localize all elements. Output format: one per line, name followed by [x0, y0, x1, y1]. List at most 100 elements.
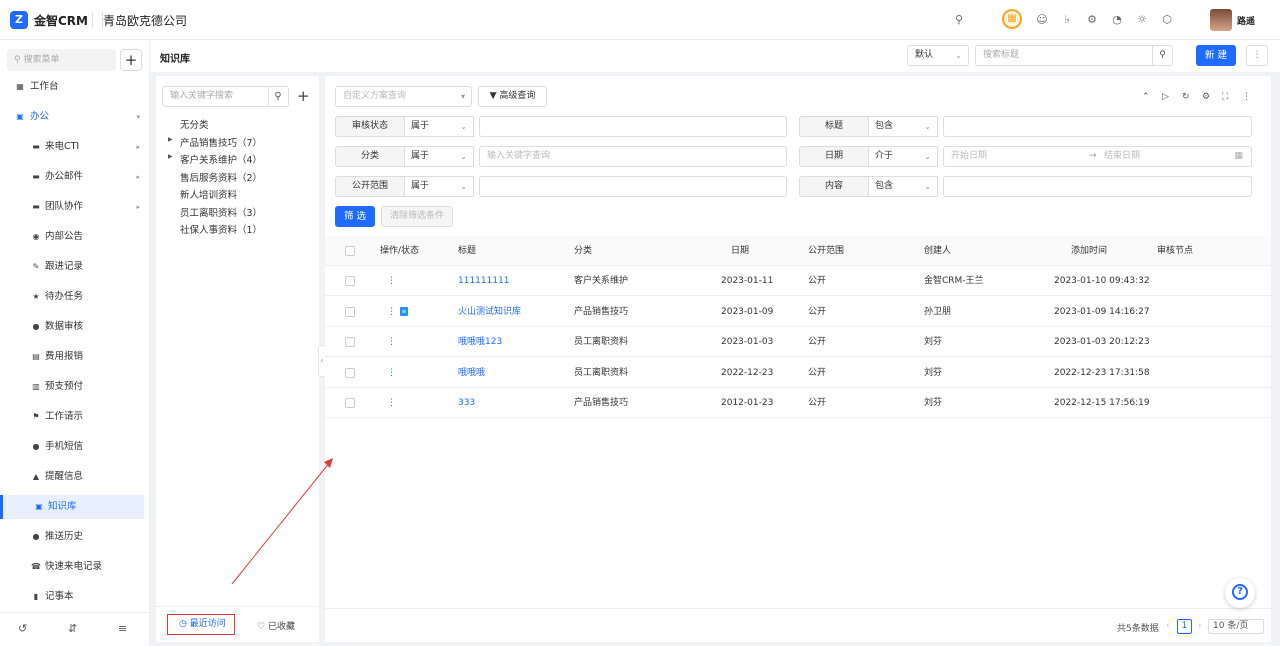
row-title-link[interactable]: 哦哦哦 — [458, 358, 485, 388]
pie-chart-icon[interactable]: ◔ — [1110, 13, 1124, 27]
column-header[interactable]: 日期 — [731, 236, 749, 266]
sidebar-item[interactable]: ● 推送历史 — [0, 525, 144, 549]
sidebar-item[interactable]: ● 数据审核 — [0, 315, 144, 339]
table-row[interactable]: ⋮ 哦哦哦 员工离职资料 2022-12-23 公开 刘芬 2022-12-23 17:31… — [325, 358, 1271, 388]
clear-filter-button[interactable]: 清除筛选条件 — [381, 206, 453, 227]
help-button[interactable]: ? — [1225, 578, 1255, 608]
row-title-link[interactable]: 火山测试知识库 — [458, 297, 521, 327]
sidebar-item[interactable]: ▲ 提醒信息 — [0, 465, 144, 489]
crm-logo-icon[interactable]: Z — [10, 11, 28, 29]
tree-node[interactable]: ▶ 客户关系维护（4） — [168, 152, 262, 166]
search-icon[interactable]: ⚲ — [952, 13, 966, 27]
sidebar-item[interactable]: ▤ 费用报销 — [0, 345, 144, 369]
row-checkbox[interactable] — [345, 276, 355, 286]
filter-value-scope[interactable] — [479, 176, 787, 197]
sidebar-item[interactable]: ▮ 记事本 — [0, 585, 144, 609]
bell-icon[interactable]: ♭ — [1060, 13, 1074, 27]
filter-op-status[interactable]: 属于 ⌄ — [405, 116, 474, 137]
caret-right-icon[interactable]: ▶ — [168, 136, 173, 143]
column-header[interactable]: 标题 — [458, 236, 476, 266]
tree-search-input[interactable]: 输入关键字搜索 — [162, 86, 269, 107]
sidebar-item[interactable]: ★ 待办任务 — [0, 285, 144, 309]
row-checkbox[interactable] — [345, 398, 355, 408]
refresh-icon[interactable]: ↻ — [1182, 92, 1190, 102]
sidebar-item[interactable]: ☎ 快速来电记录 — [0, 555, 144, 579]
sidebar-item[interactable]: ▥ 预支预付 — [0, 375, 144, 399]
favorites-button[interactable]: ♡ 已收藏 — [257, 619, 295, 632]
filter-op-content[interactable]: 包含 ⌄ — [869, 176, 938, 197]
filter-op-date[interactable]: 介于 ⌄ — [869, 146, 938, 167]
filter-value-category[interactable]: 输入关键字查询 — [479, 146, 787, 167]
row-checkbox[interactable] — [345, 337, 355, 347]
row-actions-icon[interactable]: ⋮ — [387, 358, 396, 388]
sidebar-item[interactable]: ▣ 知识库 — [0, 495, 144, 519]
row-title-link[interactable]: 111111111 — [458, 266, 510, 296]
sidebar-item[interactable]: ◉ 内部公告 — [0, 225, 144, 249]
user-name[interactable]: 路遥 — [1237, 14, 1255, 27]
row-checkbox[interactable] — [345, 306, 355, 317]
search-icon[interactable]: ⚲ — [1152, 46, 1172, 65]
table-row[interactable]: ⋮ ≡ 火山测试知识库 产品销售技巧 2023-01-09 公开 孙卫朋 2023-01-09… — [325, 297, 1271, 327]
date-range-picker[interactable]: 开始日期 → 结束日期 ▦ — [943, 146, 1252, 167]
column-header[interactable]: 创建人 — [924, 236, 951, 266]
avatar[interactable] — [1210, 9, 1232, 31]
select-all-checkbox[interactable] — [345, 246, 355, 256]
filter-value-content[interactable] — [943, 176, 1252, 197]
collapse-menu-icon[interactable]: ≡ — [118, 622, 127, 635]
add-category-button[interactable]: + — [297, 86, 310, 107]
sidebar-item[interactable]: ✎ 跟进记录 — [0, 255, 144, 279]
tree-node[interactable]: 无分类 — [180, 117, 209, 131]
caret-right-icon[interactable]: ▶ — [168, 153, 173, 160]
tree-node[interactable]: 新人培训资料 — [180, 187, 237, 201]
next-page-icon[interactable]: › — [1198, 621, 1202, 631]
hexagon-icon[interactable]: ⬡ — [1160, 13, 1174, 27]
play-icon[interactable]: ▷ — [1162, 92, 1169, 102]
sidebar-item[interactable]: ⚑ 工作请示 — [0, 405, 144, 429]
column-header[interactable]: 审核节点 — [1157, 236, 1193, 266]
row-title-link[interactable]: 哦哦哦123 — [458, 327, 502, 357]
sliders-icon[interactable]: ⇵ — [68, 622, 77, 635]
sidebar-item[interactable]: ▬ 团队协作 ▸ — [0, 195, 144, 219]
row-actions-icon[interactable]: ⋮ — [387, 327, 396, 357]
tree-node[interactable]: 社保人事资料（1） — [180, 222, 262, 236]
filter-op-category[interactable]: 属于 ⌄ — [405, 146, 474, 167]
tree-node[interactable]: 售后服务资料（2） — [180, 170, 262, 184]
row-actions-icon[interactable]: ⋮ — [387, 297, 396, 327]
fullscreen-icon[interactable]: ⛶ — [1222, 92, 1228, 102]
advanced-query-button[interactable]: ▼ 高级查询 — [478, 86, 547, 107]
contacts-icon[interactable]: ☺ — [1035, 13, 1049, 27]
prev-page-icon[interactable]: ‹ — [1166, 621, 1170, 631]
column-header[interactable]: 添加时间 — [1071, 236, 1107, 266]
column-header[interactable]: 公开范围 — [808, 236, 844, 266]
more-options-button[interactable]: ⋮ — [1246, 45, 1268, 66]
sidebar-item[interactable]: ● 手机短信 — [0, 435, 144, 459]
search-icon[interactable]: ⚲ — [268, 86, 289, 107]
table-row[interactable]: ⋮ 333 产品销售技巧 2012-01-23 公开 刘芬 2022-12-15 17:56… — [325, 388, 1271, 418]
row-actions-icon[interactable]: ⋮ — [387, 266, 396, 296]
page-number[interactable]: 1 — [1177, 619, 1192, 634]
tree-node[interactable]: 员工离职资料（3） — [180, 205, 262, 219]
compass-icon[interactable]: ☼ — [1135, 13, 1149, 27]
new-button[interactable]: 新 建 — [1196, 45, 1236, 66]
table-row[interactable]: ⋮ 111111111 客户关系维护 2023-01-11 公开 金智CRM-王兰 2023… — [325, 266, 1271, 296]
filter-value-status[interactable] — [479, 116, 787, 137]
row-checkbox[interactable] — [345, 367, 355, 378]
add-menu-button[interactable]: + — [120, 49, 142, 71]
title-search-input[interactable]: 搜索标题 ⚲ — [975, 45, 1173, 66]
filter-op-title[interactable]: 包含 ⌄ — [869, 116, 938, 137]
notice-highlight-icon[interactable]: ▦ — [1002, 9, 1022, 29]
history-icon[interactable]: ↺ — [18, 622, 27, 635]
menu-search-input[interactable]: ⚲ 搜索菜单 — [7, 49, 116, 71]
table-row[interactable]: ⋮ 哦哦哦123 员工离职资料 2023-01-03 公开 刘芬 2023-01-03 20… — [325, 327, 1271, 357]
sidebar-item[interactable]: ▣ 办公 ▾ — [0, 105, 144, 129]
sidebar-item[interactable]: ▦ 工作台 — [0, 75, 144, 99]
column-header[interactable]: 分类 — [574, 236, 592, 266]
view-select[interactable]: 默认 ⌄ — [907, 45, 969, 66]
scheme-select[interactable]: 自定义方案查询 ▾ — [335, 86, 472, 107]
recent-visits-button[interactable]: ◷ 最近访问 — [167, 614, 235, 635]
collapse-up-icon[interactable]: ⌃ — [1142, 92, 1150, 102]
settings-icon[interactable]: ⚙ — [1202, 92, 1210, 102]
filter-value-title[interactable] — [943, 116, 1252, 137]
page-size-select[interactable]: 10 条/页 — [1208, 619, 1264, 634]
sidebar-item[interactable]: ▬ 来电CTI ▸ — [0, 135, 144, 159]
